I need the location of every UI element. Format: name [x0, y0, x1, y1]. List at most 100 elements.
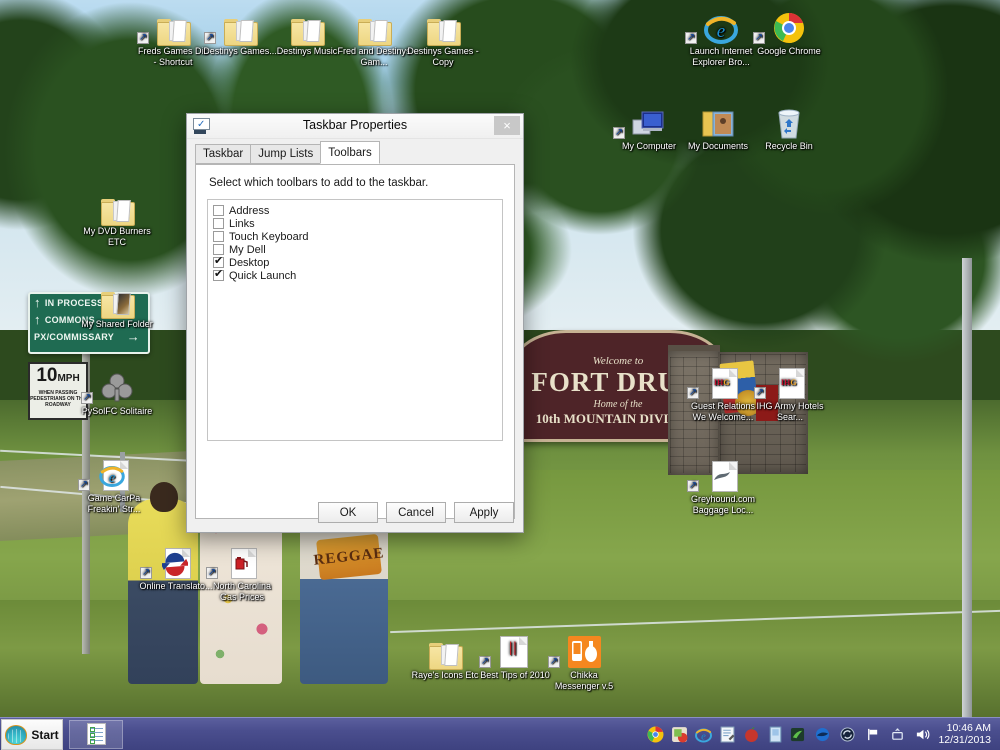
- ok-button[interactable]: OK: [318, 502, 378, 523]
- notepad-icon[interactable]: [719, 726, 736, 743]
- tab-toolbars[interactable]: Toolbars: [320, 141, 380, 164]
- icon-glyph: ↗: [205, 543, 279, 579]
- clock-time: 10:46 AM: [946, 722, 991, 734]
- checkbox-my-dell[interactable]: [213, 244, 224, 255]
- taskbar-properties-dialog[interactable]: ✓ Taskbar Properties × Taskbar Jump Lists…: [186, 113, 524, 533]
- action-center-flag-icon[interactable]: [865, 727, 880, 742]
- my-computer-icon: [632, 111, 664, 135]
- start-button[interactable]: Start: [1, 719, 63, 750]
- toolbar-option-row[interactable]: Links: [213, 217, 497, 230]
- checkbox-links[interactable]: [213, 218, 224, 229]
- desktop-icon-label: Recycle Bin: [765, 141, 813, 151]
- icon-glyph: [337, 8, 411, 46]
- desktop-icon-recycle-bin[interactable]: Recycle Bin: [752, 103, 826, 152]
- icon-glyph: ↗: [686, 456, 760, 492]
- system-tray[interactable]: [790, 726, 938, 742]
- checkbox-address[interactable]: [213, 205, 224, 216]
- speed-unit: MPH: [57, 373, 80, 384]
- desktop-icon-north-carolina-gas-prices[interactable]: ↗ North Carolina Gas Prices: [205, 543, 279, 603]
- person-head: [150, 482, 178, 512]
- nvidia-icon[interactable]: [790, 727, 805, 742]
- app-red-icon[interactable]: [671, 726, 688, 743]
- network-icon[interactable]: [890, 727, 905, 742]
- cancel-button[interactable]: Cancel: [386, 502, 446, 523]
- desktop-icon-my-shared-folder[interactable]: My Shared Folder: [80, 281, 154, 330]
- dialog-titlebar[interactable]: ✓ Taskbar Properties ×: [187, 114, 523, 139]
- shortcut-arrow-icon: ↗: [687, 387, 699, 399]
- desktop-icon-my-computer[interactable]: ↗ My Computer: [612, 103, 686, 152]
- toolbars-listbox[interactable]: AddressLinksTouch KeyboardMy DellDesktop…: [207, 199, 503, 441]
- folder-icon: [157, 17, 191, 46]
- app-apple-icon[interactable]: [743, 726, 760, 743]
- desktop-icon-label: Destinys Games...: [203, 46, 277, 56]
- toolbar-option-row[interactable]: Address: [213, 204, 497, 217]
- desktop-icon-chikka-messenger-v-5[interactable]: ↗ Chikka Messenger v.5: [547, 632, 621, 692]
- desktop-icon-label: My Documents: [687, 141, 749, 151]
- toolbar-option-row[interactable]: Quick Launch: [213, 268, 497, 282]
- desktop-icon-my-documents[interactable]: My Documents: [681, 103, 755, 152]
- clock[interactable]: 10:46 AM 12/31/2013: [938, 722, 1000, 746]
- desktop-icon-my-dvd-burners-etc[interactable]: My DVD Burners ETC: [80, 188, 154, 248]
- greyhound-icon: [708, 461, 738, 492]
- shortcut-arrow-icon: ↗: [754, 387, 766, 399]
- close-icon[interactable]: ×: [494, 116, 520, 135]
- desktop-icon-game-carpa-freakin-str[interactable]: e ↗ Game CarPa Freakin' Str...: [77, 455, 151, 515]
- checkbox-desktop[interactable]: [213, 255, 224, 268]
- shortcut-arrow-icon: ↗: [687, 480, 699, 492]
- start-button-label: Start: [31, 727, 59, 742]
- desktop-icon-raye-s-icons-etc[interactable]: Raye's Icons Etc: [408, 632, 482, 681]
- taskbar-properties-window-button[interactable]: [69, 719, 123, 749]
- desktop-icon-label: Online Translato...: [139, 581, 213, 591]
- toolbars-hint-text: Select which toolbars to add to the task…: [209, 177, 429, 189]
- road-sign-line-2: PX/COMMISSARY: [34, 331, 115, 342]
- dialog-tabstrip[interactable]: Taskbar Jump Lists Toolbars: [195, 141, 523, 164]
- svg-text:e: e: [702, 731, 707, 742]
- sync-icon[interactable]: [840, 726, 855, 742]
- desktop-icon-greyhound-com-baggage-loc[interactable]: ↗ Greyhound.com Baggage Loc...: [686, 456, 760, 516]
- desktop-icon-label: PySolFC Solitaire: [81, 406, 153, 416]
- best-tips-document-icon: ||: [500, 636, 530, 668]
- internet-explorer-icon[interactable]: e: [695, 726, 713, 743]
- desktop-icon-launch-internet-explorer-bro[interactable]: e ↗ Launch Internet Explorer Bro...: [684, 8, 758, 68]
- toolbar-option-row[interactable]: My Dell: [213, 243, 497, 256]
- desktop-icon-ihg-army-hotels-sear[interactable]: IHG ↗ IHG Army Hotels Sear...: [753, 363, 827, 423]
- toolbar-option-label: Quick Launch: [229, 269, 297, 282]
- taskbar[interactable]: Start e 10:46 AM 12/31/2013: [0, 717, 1000, 750]
- toolbar-option-row[interactable]: Desktop: [213, 255, 497, 269]
- desktop-icon-pysolfc-solitaire[interactable]: ↗ PySolFC Solitaire: [80, 368, 154, 417]
- desktop-icon-label: Game CarPa Freakin' Str...: [87, 493, 141, 514]
- chrome-icon[interactable]: [647, 726, 664, 743]
- desktop-icon-fred-and-destinys-gam[interactable]: Fred and Destinys Gam...: [337, 8, 411, 68]
- chikka-messenger-icon: [567, 636, 601, 668]
- quick-launch-toolbar[interactable]: e: [647, 726, 790, 743]
- desktop-icon-destinys-games-copy[interactable]: Destinys Games - Copy: [406, 8, 480, 68]
- icon-glyph: [80, 281, 154, 319]
- desktop-icon-online-translato[interactable]: ↗ Online Translato...: [139, 543, 213, 592]
- desktop-icon-label: Google Chrome: [757, 46, 821, 56]
- desktop-icon-freds-games-dic-shortcut[interactable]: ↗ Freds Games Dic - Shortcut: [136, 8, 210, 68]
- shortcut-arrow-icon: ↗: [140, 567, 152, 579]
- apply-button[interactable]: Apply: [454, 502, 514, 523]
- media-blue-icon[interactable]: [815, 727, 830, 742]
- icon-glyph: ↗: [80, 368, 154, 404]
- classic-shell-icon: [5, 724, 28, 745]
- checkbox-quick-launch[interactable]: [213, 268, 224, 281]
- toolbar-option-row[interactable]: Touch Keyboard: [213, 230, 497, 243]
- desktop-icon-guest-relations-we-welcome[interactable]: IHG ↗ Guest Relations We Welcome...: [686, 363, 760, 423]
- desktop-icon-label: Greyhound.com Baggage Loc...: [690, 494, 756, 515]
- app-blue-icon[interactable]: [767, 726, 784, 743]
- toolbar-option-label: My Dell: [229, 243, 266, 256]
- desktop-icon-destinys-music[interactable]: Destinys Music: [270, 8, 344, 57]
- toolbar-option-label: Touch Keyboard: [229, 230, 309, 243]
- tab-jump-lists[interactable]: Jump Lists: [250, 144, 322, 164]
- checkbox-touch-keyboard[interactable]: [213, 231, 224, 242]
- volume-icon[interactable]: [915, 727, 930, 742]
- internet-shortcut-icon: e: [99, 460, 129, 491]
- shortcut-arrow-icon: ↗: [206, 567, 218, 579]
- desktop-icon-google-chrome[interactable]: ↗ Google Chrome: [752, 8, 826, 57]
- dialog-button-row: OK Cancel Apply: [310, 502, 514, 523]
- desktop-icon-destinys-games[interactable]: ↗ Destinys Games...: [203, 8, 277, 57]
- desktop-icon-best-tips-of-2010[interactable]: || ↗ Best Tips of 2010: [478, 632, 552, 681]
- tab-taskbar[interactable]: Taskbar: [195, 144, 252, 164]
- desktop-icon-label: Chikka Messenger v.5: [554, 670, 614, 691]
